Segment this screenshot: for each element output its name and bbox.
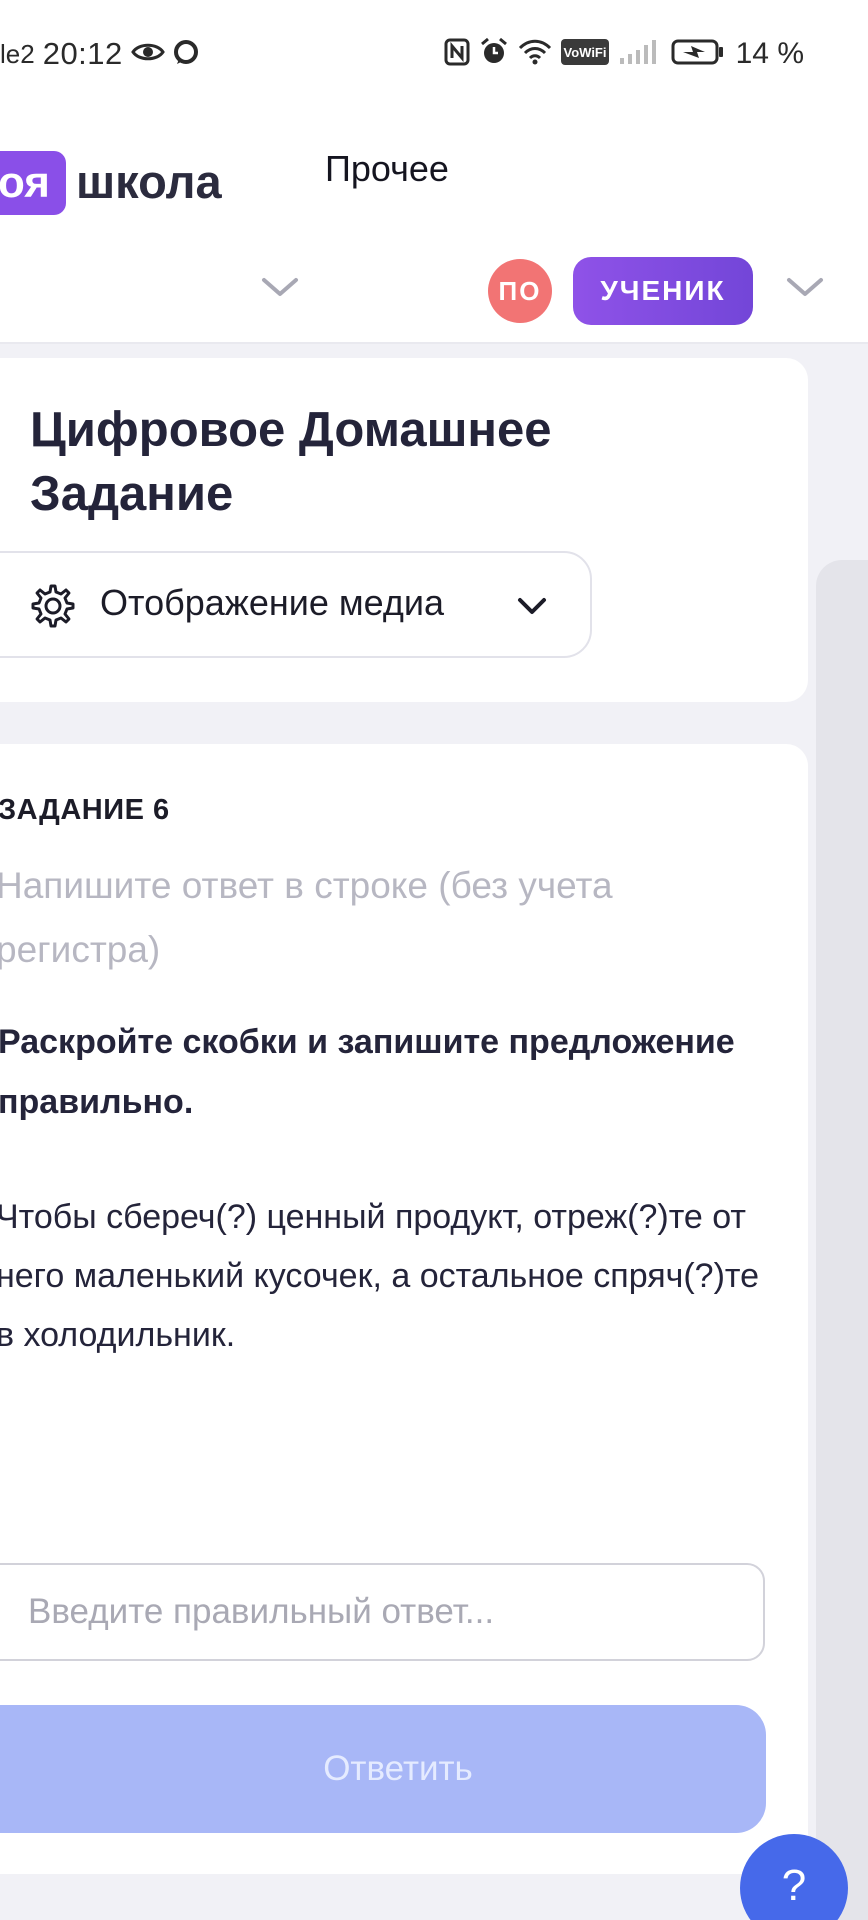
vowifi-label: VoWiFi xyxy=(563,45,606,60)
status-bar: le2 20:12 VoWiFi 14 % xyxy=(0,0,868,108)
wifi-icon xyxy=(518,38,552,71)
battery-percent: 14 % xyxy=(735,37,804,70)
answer-input[interactable] xyxy=(0,1563,765,1661)
school-selector-label[interactable]: школа xyxy=(76,150,222,214)
chat-icon xyxy=(173,39,199,70)
battery-icon xyxy=(671,38,725,71)
status-right: VoWiFi 14 % xyxy=(444,36,804,72)
carrier-label: le2 xyxy=(0,38,35,69)
gear-icon xyxy=(30,583,76,634)
nfc-icon xyxy=(444,38,470,71)
media-display-label[interactable]: Отображение медиа xyxy=(100,582,444,624)
scrollbar[interactable] xyxy=(816,560,868,1920)
eye-icon xyxy=(130,41,165,68)
role-badge[interactable]: УЧЕНИК xyxy=(573,257,753,325)
signal-icon xyxy=(618,38,662,71)
chevron-down-icon[interactable] xyxy=(517,596,547,621)
task-number: ЗАДАНИЕ 6 xyxy=(0,794,170,826)
chevron-down-icon[interactable] xyxy=(261,276,299,303)
status-left: le2 20:12 xyxy=(0,36,199,72)
alarm-icon xyxy=(479,37,509,72)
vowifi-icon: VoWiFi xyxy=(560,38,609,70)
clock: 20:12 xyxy=(42,36,123,71)
task-text: Чтобы сбереч(?) ценный продукт, отреж(?)… xyxy=(0,1198,760,1354)
logo-badge: оя xyxy=(0,151,66,215)
chevron-down-icon[interactable] xyxy=(786,276,824,303)
task-hint: Напишите ответ в строке (без учета регис… xyxy=(0,865,613,970)
homework-title: Цифровое Домашнее Задание xyxy=(30,403,552,521)
submit-button[interactable]: Ответить xyxy=(0,1705,766,1833)
avatar[interactable]: ПО xyxy=(488,259,552,323)
task-question: Раскройте скобки и запишите предложение … xyxy=(0,1023,735,1121)
